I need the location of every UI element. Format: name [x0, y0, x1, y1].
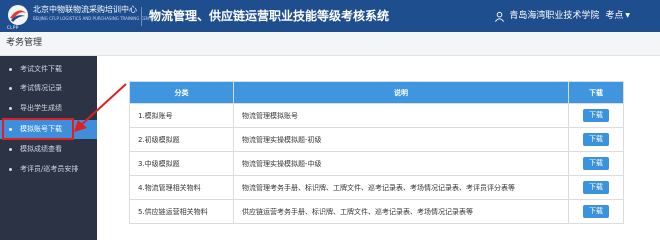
breadcrumb: 考务管理	[0, 32, 660, 56]
column-header-category: 分类	[129, 81, 234, 104]
user-school: 青岛海湾职业技术学院	[509, 11, 600, 21]
bullet-icon	[9, 87, 12, 90]
table-header-row: 分类 说明 下载	[129, 81, 624, 104]
bullet-icon	[9, 168, 12, 171]
row-action-cell: 下载	[568, 151, 624, 176]
row-category: 4.物流管理相关物料	[129, 175, 234, 200]
download-button[interactable]: 下载	[583, 157, 609, 170]
main-content: 分类 说明 下载 1.模拟账号 物流管理模拟账号 下载 2.初级模拟题 物流管理…	[98, 56, 660, 240]
table-row: 5.供应链运营相关物料 供应链运营考务手册、标识牌、工牌文件、巡考记录表、考场情…	[129, 199, 624, 224]
bullet-icon	[9, 107, 12, 110]
column-header-download: 下载	[568, 81, 624, 104]
download-table-container: 分类 说明 下载 1.模拟账号 物流管理模拟账号 下载 2.初级模拟题 物流管理…	[129, 81, 624, 224]
bullet-icon	[9, 148, 12, 151]
download-button[interactable]: 下载	[583, 205, 609, 218]
annotation-arrow-icon	[74, 83, 127, 132]
sidebar-item-label: 考试文件下载	[20, 65, 62, 73]
row-action-cell: 下载	[568, 199, 624, 224]
table-row: 4.物流管理相关物料 物流管理考务手册、标识牌、工牌文件、巡考记录表、考场情况记…	[129, 175, 624, 200]
user-role-label: 考点	[605, 11, 624, 21]
row-description: 物流管理实操模拟题-初级	[233, 127, 569, 152]
table-row: 1.模拟账号 物流管理模拟账号 下载	[129, 103, 624, 128]
sidebar-item-label: 导出学生成绩	[20, 104, 62, 112]
sidebar-item-label: 考试情况记录	[20, 84, 62, 92]
row-description: 物流管理模拟账号	[233, 103, 569, 128]
row-category: 2.初级模拟题	[129, 127, 234, 152]
logo-text: CLPP	[7, 25, 19, 30]
table-row: 3.中级模拟题 物流管理实操模拟题-中级 下载	[129, 151, 624, 176]
row-category: 3.中级模拟题	[129, 151, 234, 176]
caret-down-icon: ▼	[625, 12, 630, 19]
user-role-dropdown[interactable]: 考点 ▼	[605, 8, 630, 24]
bullet-icon	[9, 68, 12, 71]
row-category: 1.模拟账号	[129, 103, 234, 128]
sidebar-item-label: 模拟成绩查看	[20, 145, 62, 153]
user-icon	[495, 11, 505, 22]
app-title: 物流管理、供应链运营职业技能等级考核系统	[149, 9, 390, 23]
annotation-highlight-box	[2, 118, 74, 140]
sidebar-item-examiner-arrangement[interactable]: 考评员/巡考员安排	[0, 160, 97, 179]
org-name-en: BEIJING CFLP LOGISTICS AND PURCHASING TR…	[33, 16, 157, 21]
sidebar-item-label: 考评员/巡考员安排	[20, 165, 79, 173]
user-menu[interactable]: 青岛海湾职业技术学院 考点 ▼	[494, 8, 630, 24]
header-divider	[141, 7, 142, 26]
row-action-cell: 下载	[568, 175, 624, 200]
download-button[interactable]: 下载	[583, 133, 609, 146]
row-action-cell: 下载	[568, 127, 624, 152]
table-row: 2.初级模拟题 物流管理实操模拟题-初级 下载	[129, 127, 624, 152]
sidebar-item-mock-scores[interactable]: 模拟成绩查看	[0, 140, 97, 159]
row-description: 供应链运营考务手册、标识牌、工牌文件、巡考记录表、考场情况记录表等	[233, 199, 569, 224]
top-bar: CLPP 北京中物联物流采购培训中心 BEIJING CFLP LOGISTIC…	[0, 0, 660, 32]
download-table: 分类 说明 下载 1.模拟账号 物流管理模拟账号 下载 2.初级模拟题 物流管理…	[129, 81, 624, 224]
download-button[interactable]: 下载	[583, 109, 609, 122]
row-action-cell: 下载	[568, 103, 624, 128]
row-category: 5.供应链运营相关物料	[129, 199, 234, 224]
sidebar-item-exam-files[interactable]: 考试文件下载	[0, 60, 97, 79]
row-description: 物流管理实操模拟题-中级	[233, 151, 569, 176]
page-title: 考务管理	[6, 38, 43, 48]
row-description: 物流管理考务手册、标识牌、工牌文件、巡考记录表、考场情况记录表、考评员评分表等	[233, 175, 569, 200]
org-name: 北京中物联物流采购培训中心	[33, 5, 137, 14]
download-button[interactable]: 下载	[583, 181, 609, 194]
column-header-description: 说明	[233, 81, 569, 104]
